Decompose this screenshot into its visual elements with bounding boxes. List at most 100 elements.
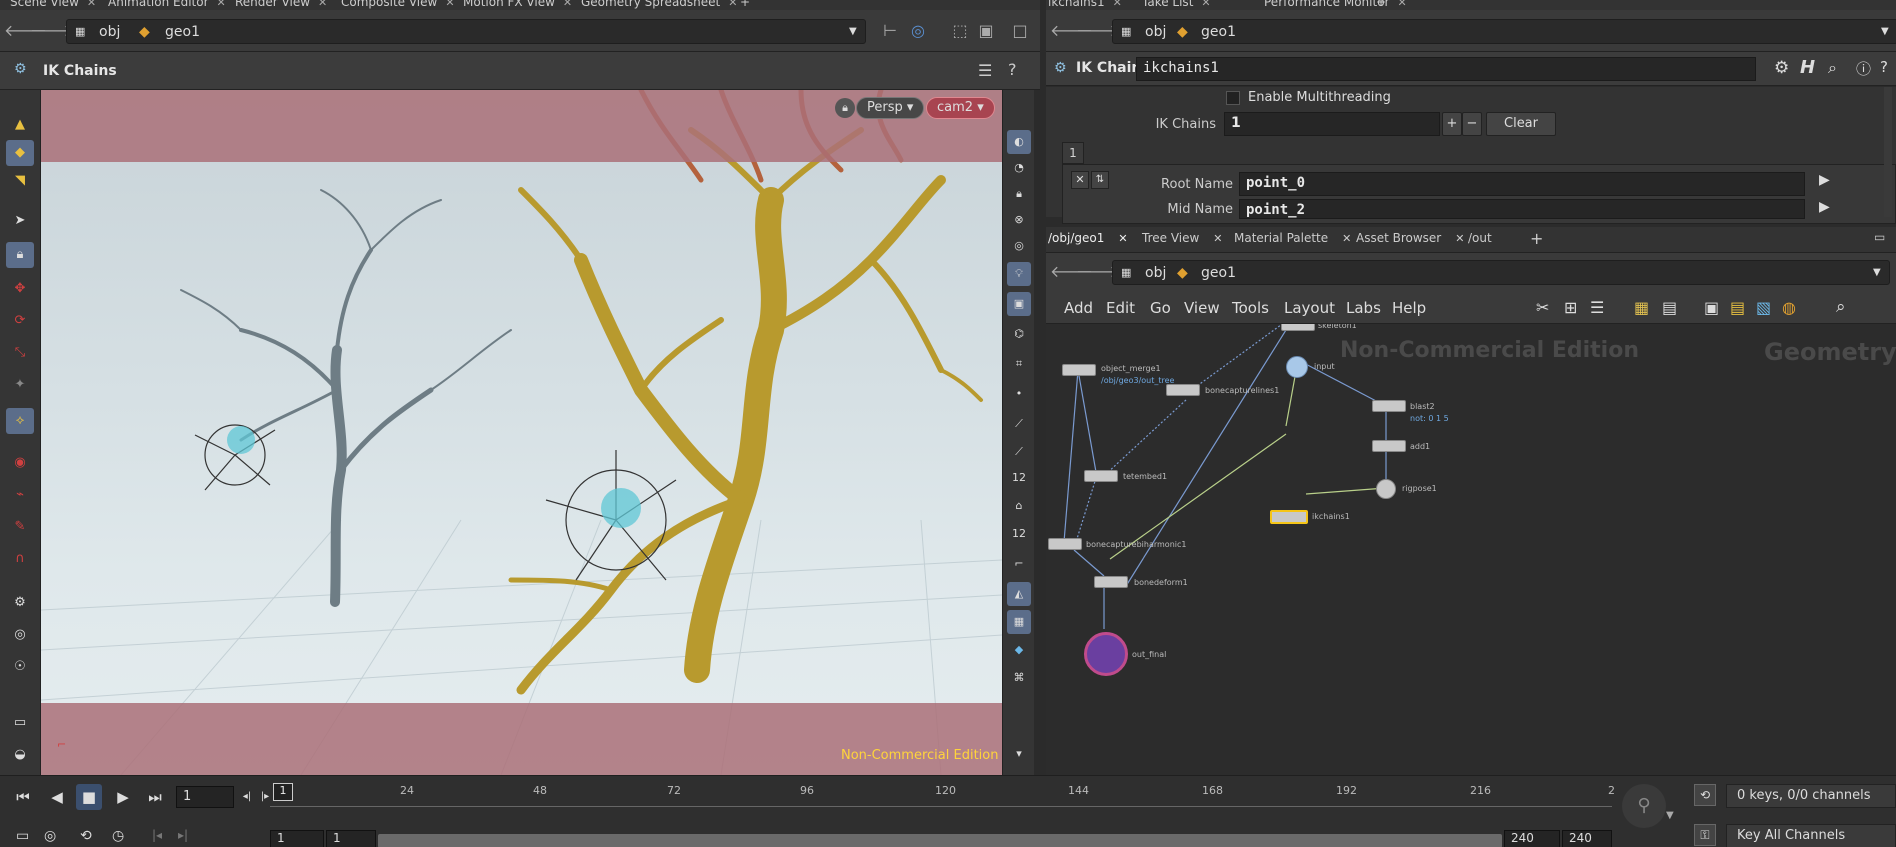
dot-icon[interactable]: •	[1007, 382, 1031, 406]
node-skeleton1[interactable]	[1281, 324, 1315, 331]
chevron-down-icon[interactable]: ▼	[1873, 267, 1881, 278]
ik-icon[interactable]: ⟡	[6, 408, 34, 434]
node-blast2[interactable]	[1372, 400, 1406, 412]
close-icon[interactable]: ✕	[563, 0, 572, 9]
loop-icon[interactable]: ⟲	[80, 828, 92, 844]
info-icon[interactable]: ⓘ	[1856, 58, 1871, 79]
close-icon[interactable]: ✕	[87, 0, 96, 9]
lock-icon[interactable]: 🔒︎	[6, 242, 34, 268]
link-icon[interactable]: ◎	[908, 21, 928, 41]
wireframe-icon[interactable]: ⌬	[1007, 322, 1031, 346]
tree-icon[interactable]: ⊞	[1564, 298, 1577, 317]
rotate-icon[interactable]: ⟳	[6, 308, 34, 334]
forward-arrow-icon[interactable]: 🡒	[30, 21, 73, 41]
close-icon[interactable]: ✕	[318, 0, 327, 9]
tab-out[interactable]: /out	[1468, 231, 1492, 245]
stop-icon[interactable]: ■	[76, 784, 102, 810]
tile-view-icon[interactable]: ▤	[1662, 298, 1677, 317]
path-root[interactable]: obj	[1145, 24, 1166, 40]
arrow-select-icon[interactable]: ➤	[6, 208, 34, 234]
menu-view[interactable]: View	[1184, 299, 1220, 317]
scroll-down-icon[interactable]: ▾	[1007, 742, 1031, 766]
palette-icon[interactable]: ◍	[1782, 298, 1796, 317]
audio-icon[interactable]: ⚲	[1622, 784, 1666, 828]
close-icon[interactable]: ✕	[1113, 0, 1122, 9]
help-icon[interactable]: ?	[1008, 60, 1017, 79]
remove-chain-button[interactable]: −	[1462, 112, 1482, 136]
node-name-field[interactable]: ikchains1	[1136, 57, 1756, 81]
tab-render-view[interactable]: Render View ✕	[235, 0, 327, 10]
key-all-channels-button[interactable]: Key All Channels	[1726, 824, 1896, 847]
jump-start-icon[interactable]: ⏮	[10, 784, 36, 810]
search-icon[interactable]: ⌕	[1828, 58, 1837, 78]
point-numbers-icon[interactable]: 12	[1007, 466, 1031, 490]
back-arrow-icon[interactable]: 🡐	[1050, 262, 1093, 282]
primitive-icon[interactable]: ⌂	[1007, 494, 1031, 518]
tab-geometry-spreadsheet[interactable]: Geometry Spreadsheet ✕	[581, 0, 737, 10]
chevron-down-icon[interactable]: ▼	[1881, 26, 1889, 37]
mid-name-field[interactable]: point_2	[1239, 199, 1805, 219]
reorder-instance-icon[interactable]: ⇅	[1091, 171, 1109, 189]
close-icon[interactable]: ✕	[1397, 0, 1406, 9]
points-icon[interactable]: ⌗	[1007, 352, 1031, 376]
range-end-field-2[interactable]: 240	[1562, 830, 1612, 847]
close-icon[interactable]: ✕	[445, 0, 454, 9]
path-node[interactable]: geo1	[1201, 24, 1236, 40]
pin-icon[interactable]: ⊢	[880, 21, 900, 41]
tools-icon[interactable]: ✂	[1536, 298, 1549, 317]
scene-viewport[interactable]: 🔒︎ Persp ▾ cam2 ▾ Non-Commercial Edition…	[41, 90, 1002, 775]
channel-icon[interactable]: ⚿	[1694, 824, 1716, 846]
tab-take-list[interactable]: Take List ✕	[1142, 0, 1211, 10]
view-icon[interactable]: ◉	[6, 450, 34, 476]
uv-icon[interactable]: ◆	[1007, 638, 1031, 662]
add-tab-icon[interactable]: +	[740, 0, 750, 10]
ik-chains-count[interactable]: 1	[1224, 112, 1440, 136]
real-time-icon[interactable]: ▭	[16, 828, 29, 844]
node-tetembed1[interactable]	[1084, 470, 1118, 482]
node-input[interactable]	[1286, 356, 1308, 378]
close-view-icon[interactable]: ⊗	[1007, 208, 1031, 232]
snap-icon[interactable]: ⚙	[6, 590, 34, 616]
menu-go[interactable]: Go	[1150, 299, 1171, 317]
node-ikchains1[interactable]	[1270, 510, 1308, 524]
edge-icon[interactable]: ⟋	[1007, 440, 1031, 464]
root-name-field[interactable]: point_0	[1239, 172, 1805, 196]
current-frame-field[interactable]: 1	[176, 786, 234, 808]
light-icon[interactable]: ☉	[6, 654, 34, 680]
tab-asset-browser[interactable]: Asset Browser ✕	[1356, 231, 1464, 245]
scrollbar[interactable]	[1884, 87, 1892, 217]
surface-icon[interactable]: ◭	[1007, 582, 1031, 606]
back-arrow-icon[interactable]: 🡐	[4, 21, 47, 41]
grid-view-icon[interactable]: ▦	[1634, 298, 1649, 317]
sticky-note-icon[interactable]: ▤	[1730, 298, 1745, 317]
close-icon[interactable]: ✕	[1213, 232, 1222, 245]
menu-labs[interactable]: Labs	[1346, 299, 1381, 317]
add-tab-icon[interactable]: +	[1530, 229, 1543, 248]
light-display-icon[interactable]: 💡︎	[1007, 262, 1031, 286]
list-icon[interactable]: ☰	[1590, 298, 1604, 317]
close-icon[interactable]: ✕	[1342, 232, 1351, 245]
tab-motion-fx-view[interactable]: Motion FX View ✕	[463, 0, 572, 10]
network-box-icon[interactable]: ▣	[1704, 298, 1719, 317]
chevron-down-icon[interactable]: ▼	[849, 26, 857, 37]
audio-scrub-icon[interactable]: ◎	[44, 828, 56, 844]
maximize-icon[interactable]: ▭	[1874, 230, 1885, 244]
menu-add[interactable]: Add	[1064, 299, 1093, 317]
node-add1[interactable]	[1372, 440, 1406, 452]
select-icon[interactable]: ▲	[6, 112, 34, 138]
tab-obj-geo1[interactable]: /obj/geo1 ✕	[1048, 231, 1128, 245]
square-icon[interactable]: □	[1010, 21, 1030, 41]
next-key-icon[interactable]: ▸|	[178, 828, 188, 842]
tab-ikchains1[interactable]: ikchains1 ✕	[1048, 0, 1122, 10]
clock-icon[interactable]: ◷	[112, 828, 124, 844]
range-end-field[interactable]: 240	[1504, 830, 1560, 847]
lock-camera-icon[interactable]: 🔒︎	[835, 98, 855, 118]
key-icon[interactable]: ⟲	[1694, 784, 1716, 806]
multiparm-tab[interactable]: 1	[1062, 142, 1084, 164]
path-breadcrumb[interactable]: ▦ obj ◆ geo1 ▼	[1112, 260, 1890, 285]
gear-icon[interactable]: ⚙	[1774, 58, 1789, 78]
back-arrow-icon[interactable]: 🡐	[1050, 21, 1093, 41]
forward-arrow-icon[interactable]: 🡒	[1076, 262, 1119, 282]
path-breadcrumb[interactable]: ▦ obj ◆ geo1 ▼	[1112, 19, 1896, 44]
close-icon[interactable]: ✕	[217, 0, 226, 9]
